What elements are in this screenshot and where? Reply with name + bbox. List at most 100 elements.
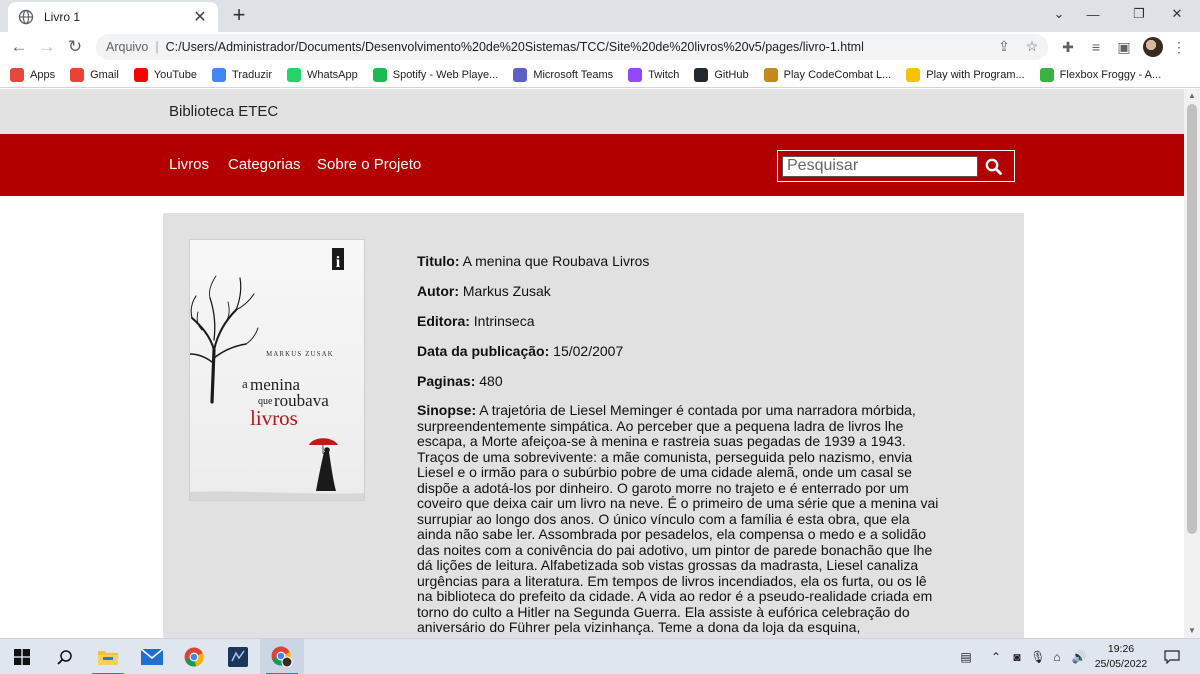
nav-link-livros[interactable]: Livros — [169, 156, 209, 173]
bookmark-item[interactable]: Gmail — [70, 67, 119, 82]
book-card: i MARKUS ZUSAK a menina que roubava livr… — [163, 213, 1024, 638]
cover-title-a: a — [242, 376, 248, 391]
code-editor-icon[interactable] — [216, 639, 260, 674]
page-scrollbar[interactable]: ▲ ▼ — [1184, 89, 1200, 638]
search-taskbar-icon[interactable] — [42, 639, 86, 674]
field-label: Titulo: — [417, 253, 460, 269]
notification-icon[interactable] — [1160, 639, 1184, 674]
taskbar-clock[interactable]: 19:26 25/05/2022 — [1093, 642, 1149, 672]
volume-icon[interactable]: 🔊 — [1070, 639, 1088, 674]
profile-avatar[interactable] — [1143, 37, 1163, 57]
scroll-down-arrow-icon[interactable]: ▼ — [1184, 624, 1200, 638]
new-tab-button[interactable]: + — [228, 4, 250, 26]
synopsis-line: dá lições de leitura. Alfabetizada sob v… — [417, 557, 919, 573]
mail-icon[interactable] — [130, 639, 174, 674]
side-panel-icon[interactable]: ▣ — [1115, 38, 1133, 56]
synopsis-line: aniversário do Führer pela vizinhança. T… — [417, 619, 861, 635]
site-name[interactable]: Biblioteca ETEC — [169, 103, 278, 120]
field-value: 480 — [479, 373, 503, 389]
media-queue-icon[interactable]: ≡ — [1087, 38, 1105, 56]
synopsis-line: ainda não sabe ler. Assombrada por pesad… — [417, 526, 927, 542]
bookmark-item[interactable]: Traduzir — [212, 67, 272, 82]
spotify-icon — [372, 67, 387, 82]
bookmark-label: YouTube — [153, 68, 198, 81]
search-icon — [985, 158, 1002, 175]
bookmark-item[interactable]: Microsoft Teams — [513, 67, 614, 82]
bookmark-item[interactable]: Apps — [10, 67, 56, 82]
windows-start-icon[interactable] — [0, 639, 44, 674]
bookmark-item[interactable]: Play CodeCombat L... — [763, 67, 891, 82]
site-navbar: Livros Categorias Sobre o Projeto — [0, 134, 1184, 196]
star-icon[interactable]: ☆ — [1024, 38, 1040, 54]
synopsis-line: torno do culto a Hitler na Segunda Guerr… — [417, 603, 910, 620]
site-top-bar: Biblioteca ETEC — [0, 89, 1184, 134]
bookmark-label: Microsoft Teams — [533, 68, 614, 81]
book-cover: i MARKUS ZUSAK a menina que roubava livr… — [189, 239, 365, 501]
menu-dots-icon[interactable]: ⋮ — [1170, 38, 1188, 56]
synopsis-line: escapa, a Morte afeiçoa-se à menina e ra… — [417, 433, 906, 449]
back-arrow-icon[interactable]: ← — [9, 37, 29, 57]
url-text[interactable]: C:/Users/Administrador/Documents/Desenvo… — [166, 40, 864, 54]
bookmark-item[interactable]: GitHub — [694, 67, 749, 82]
field-author: Autor: Markus Zusak — [417, 283, 947, 299]
publisher-mark: i — [336, 254, 341, 271]
page-viewport: Biblioteca ETEC Livros Categorias Sobre … — [0, 89, 1184, 638]
synopsis-line: A trajetória de Liesel Meminger é contad… — [479, 402, 916, 418]
windows-taskbar: ▤ ⌃ ◙ 🎙 ⌂ 🔊 19:26 25/05/2022 — [0, 638, 1200, 674]
share-icon[interactable]: ⇪ — [996, 38, 1012, 54]
synopsis-line: na biblioteca do prefeito da cidade. A v… — [417, 588, 933, 604]
field-title: Titulo: A menina que Roubava Livros — [417, 253, 947, 269]
address-bar[interactable]: i Arquivo | C:/Users/Administrador/Docum… — [96, 34, 1048, 87]
minimize-button[interactable]: — — [1070, 0, 1116, 28]
file-explorer-icon[interactable] — [86, 639, 130, 674]
microphone-icon[interactable]: 🎙 — [1030, 639, 1046, 674]
froggy-icon — [1039, 67, 1054, 82]
close-tab-icon[interactable]: ✕ — [192, 7, 208, 27]
forward-arrow-icon[interactable]: → — [37, 37, 57, 57]
globe-icon — [18, 9, 34, 25]
apps-grid-icon — [10, 67, 24, 82]
search-button[interactable] — [978, 154, 1008, 178]
tray-chevron-up-icon[interactable]: ⌃ — [988, 639, 1004, 674]
scroll-thumb[interactable] — [1187, 104, 1197, 534]
field-label: Paginas: — [417, 373, 476, 389]
bookmark-item[interactable]: Play with Program... — [906, 67, 1025, 82]
synopsis-line: das noites com a conivência do pai adoti… — [417, 541, 933, 558]
bookmark-item[interactable]: YouTube — [133, 67, 198, 82]
chrome-icon[interactable] — [172, 639, 216, 674]
bookmark-item[interactable]: Flexbox Froggy - A... — [1039, 67, 1162, 82]
reload-icon[interactable]: ↻ — [65, 37, 85, 57]
protocol-label: Arquivo — [106, 40, 149, 54]
browser-tab[interactable]: Livro 1 ✕ — [8, 2, 218, 32]
synopsis-line: Traços de uma sobrevivente: a mãe comuni… — [417, 448, 913, 465]
scroll-up-arrow-icon[interactable]: ▲ — [1184, 89, 1200, 103]
nav-link-sobre[interactable]: Sobre o Projeto — [317, 156, 421, 173]
synopsis-label: Sinopse: — [417, 402, 477, 418]
bookmark-label: WhatsApp — [306, 68, 358, 81]
network-icon[interactable]: ⌂ — [1048, 639, 1066, 674]
bookmark-label: Apps — [30, 68, 56, 81]
close-window-button[interactable]: ✕ — [1154, 0, 1200, 28]
nav-link-categorias[interactable]: Categorias — [228, 156, 301, 173]
bookmark-item[interactable]: Twitch — [628, 67, 679, 82]
bookmark-label: Spotify - Web Playe... — [392, 68, 499, 81]
browser-tab-strip: Livro 1 ✕ + ⌄ — ❐ ✕ — [0, 0, 1200, 32]
extensions-icon[interactable]: ✚ — [1059, 38, 1077, 56]
bookmark-label: Flexbox Froggy - A... — [1059, 68, 1162, 81]
youtube-icon — [133, 67, 148, 82]
field-value: 15/02/2007 — [553, 343, 624, 359]
search-input[interactable] — [782, 155, 978, 177]
clock-date: 25/05/2022 — [1094, 658, 1148, 670]
synopsis-line: surrupiar ao longo dos anos. O único vín… — [417, 510, 910, 527]
tab-title: Livro 1 — [44, 10, 81, 24]
book-cover-art: i MARKUS ZUSAK a menina que roubava livr… — [190, 240, 364, 500]
chrome-profile-icon[interactable] — [260, 639, 304, 674]
codecombat-icon — [763, 67, 778, 82]
bookmark-label: Traduzir — [232, 68, 272, 81]
camera-icon[interactable]: ◙ — [1008, 639, 1026, 674]
bookmark-item[interactable]: WhatsApp — [286, 67, 358, 82]
bookmark-item[interactable]: Spotify - Web Playe... — [372, 67, 499, 82]
keyboard-icon[interactable]: ▤ — [953, 639, 979, 674]
twitch-icon — [628, 67, 643, 82]
field-label: Data da publicação: — [417, 343, 550, 359]
